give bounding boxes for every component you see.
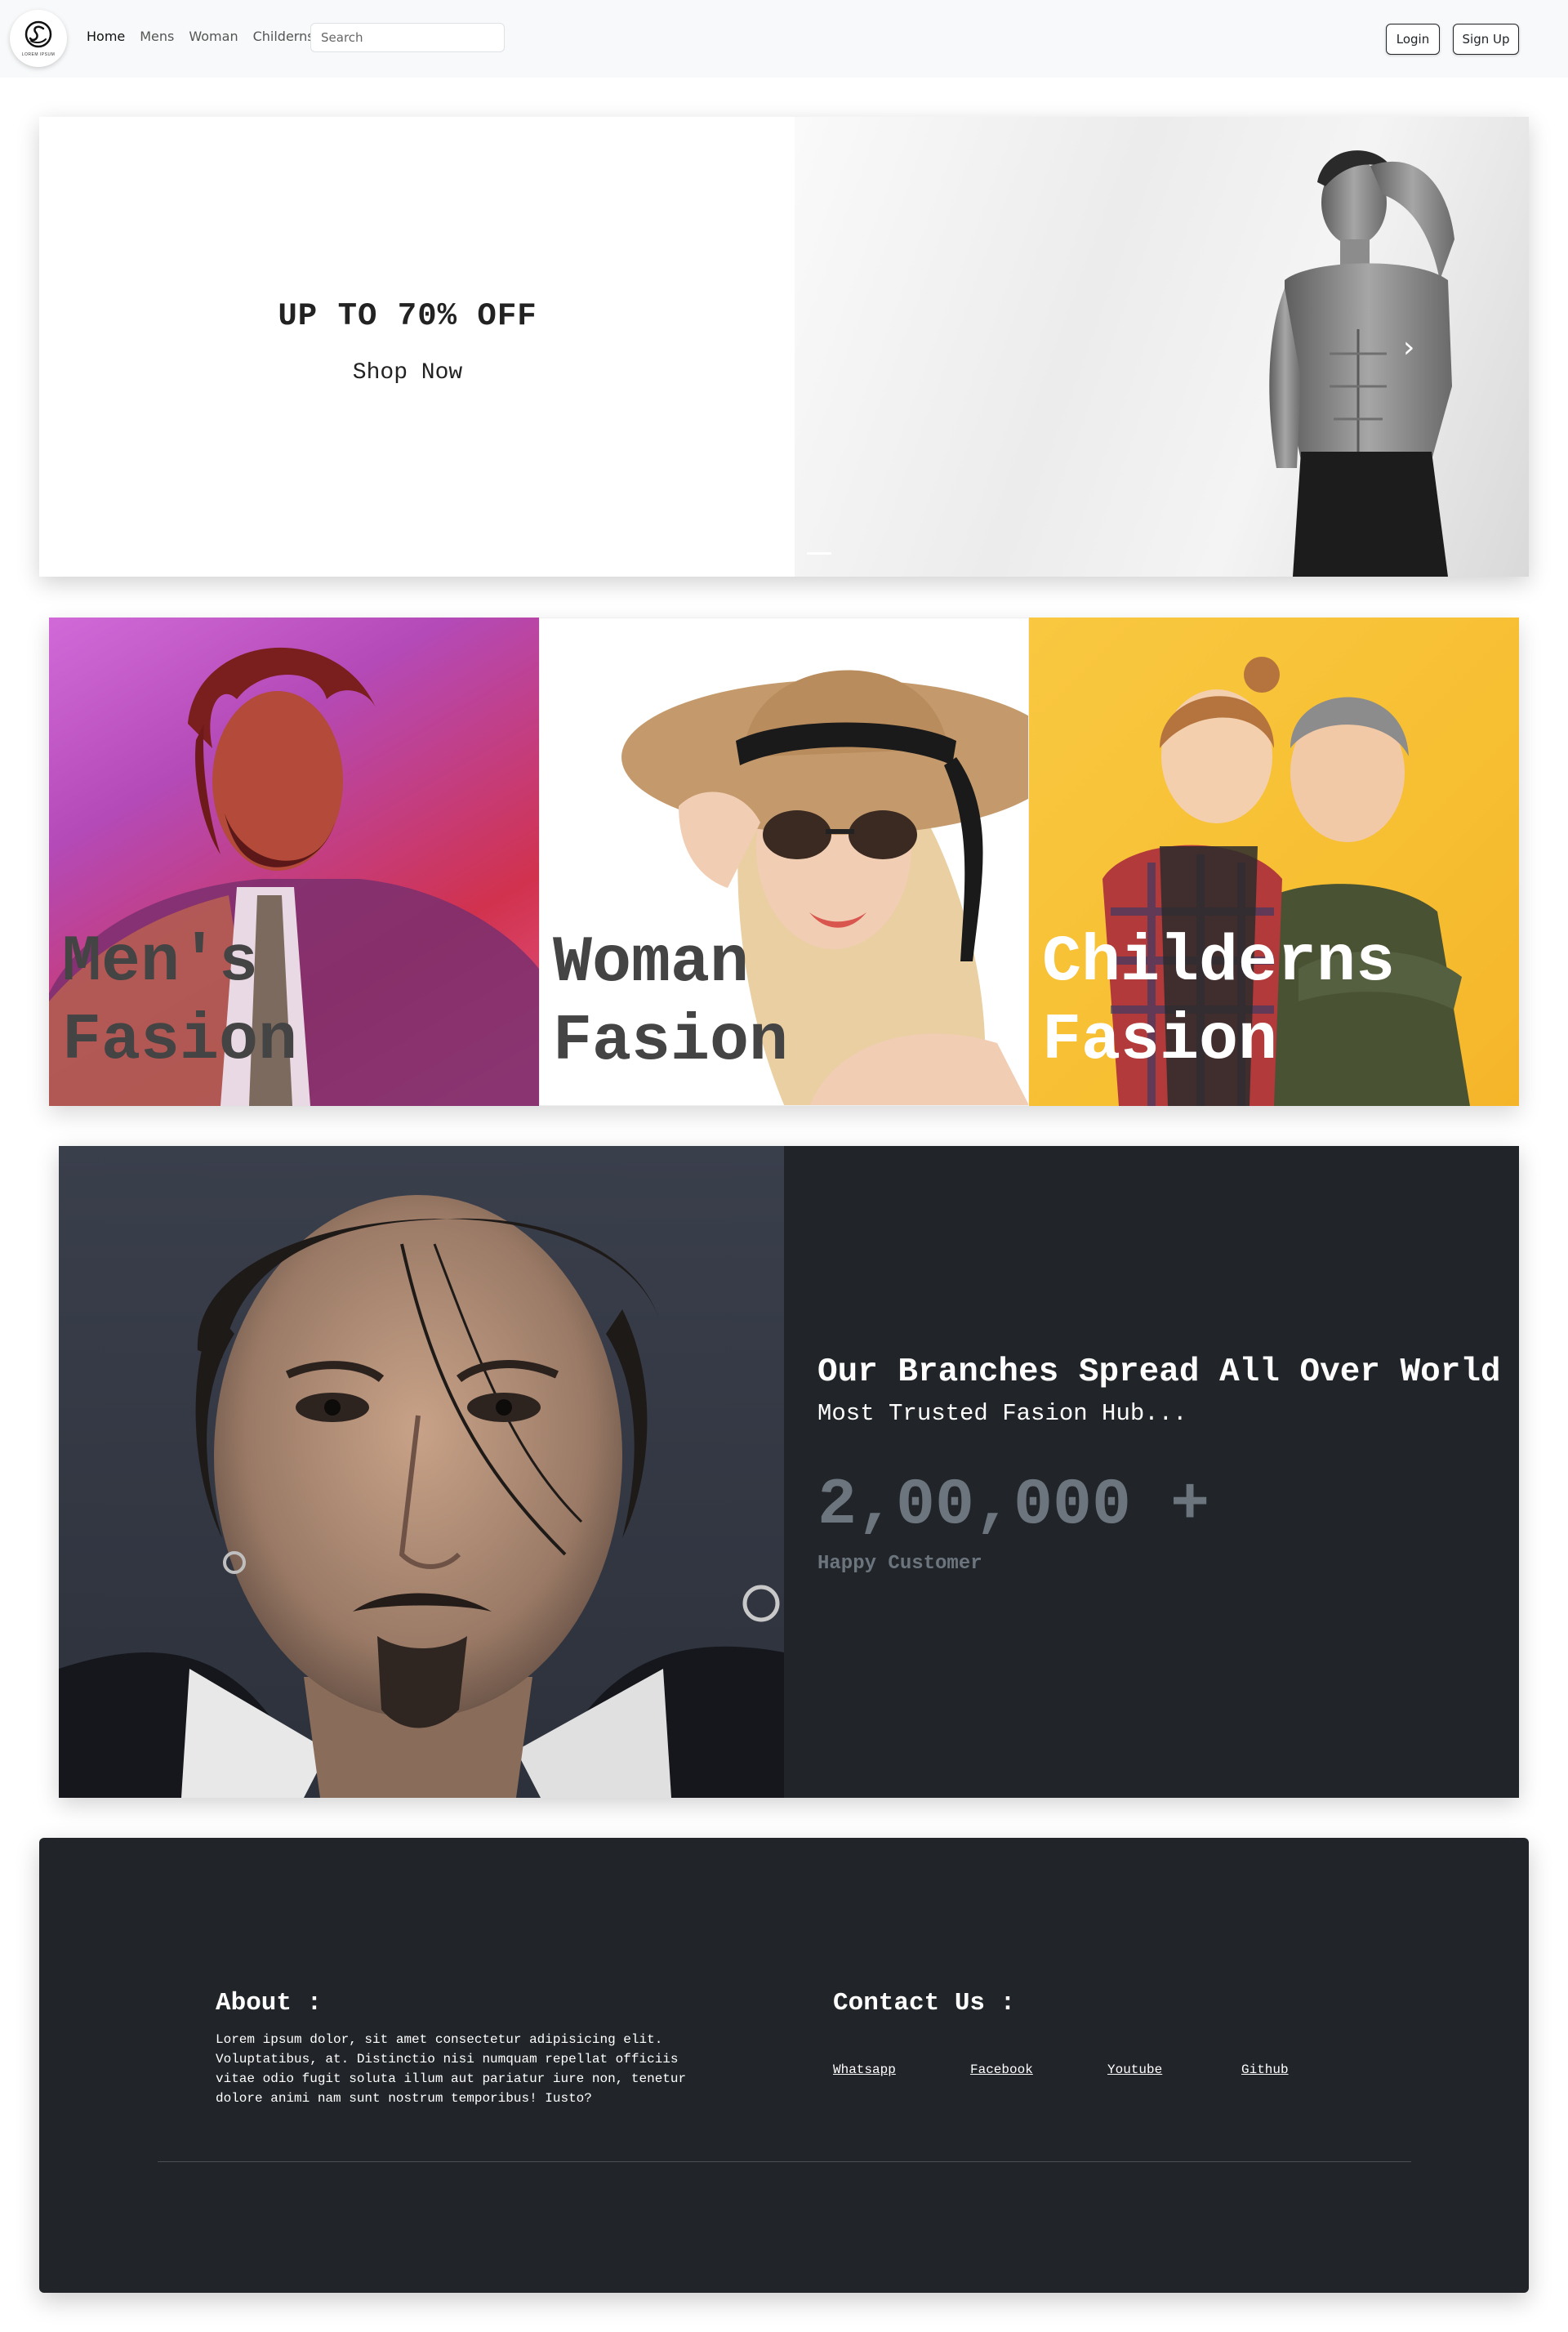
footer-link-youtube[interactable]: Youtube bbox=[1107, 2062, 1162, 2077]
category-cards: Men's Fasion Woman Fasion Childerns Fasi… bbox=[49, 618, 1519, 1106]
footer-about-text: Lorem ipsum dolor, sit amet consectetur … bbox=[216, 2032, 687, 2106]
category-title-line1: Childerns bbox=[1042, 925, 1396, 1000]
footer-link-facebook[interactable]: Facebook bbox=[970, 2062, 1033, 2077]
logo-swirl-icon bbox=[24, 20, 52, 48]
hero-carousel: UP TO 70% OFF Shop Now › bbox=[39, 117, 1529, 577]
customer-count-caption: Happy Customer bbox=[817, 1553, 982, 1575]
customer-count: 2,00,000 + bbox=[817, 1469, 1210, 1543]
nav-link-woman[interactable]: Woman bbox=[189, 29, 238, 44]
portrait-image bbox=[59, 1146, 784, 1798]
shop-now-link[interactable]: Shop Now bbox=[39, 360, 776, 386]
search-input[interactable] bbox=[310, 23, 505, 52]
brand-logo[interactable]: LOREM IPSUM bbox=[10, 10, 67, 67]
nav-link-home[interactable]: Home bbox=[87, 29, 125, 44]
footer-contact-links: Whatsapp Facebook Youtube Github bbox=[833, 2062, 1339, 2082]
navbar: LOREM IPSUM Home Mens Woman Childerns Lo… bbox=[0, 0, 1568, 78]
category-title-line2: Fasion bbox=[62, 1004, 298, 1078]
category-title-line1: Woman bbox=[553, 926, 750, 1001]
logo-text: LOREM IPSUM bbox=[21, 52, 56, 57]
nav-links: Home Mens Woman Childerns bbox=[87, 29, 314, 44]
carousel-indicator[interactable] bbox=[807, 552, 831, 555]
nav-link-childerns[interactable]: Childerns bbox=[253, 29, 314, 44]
footer-link-github[interactable]: Github bbox=[1241, 2062, 1289, 2077]
branches-section: Our Branches Spread All Over World Most … bbox=[59, 1146, 1519, 1798]
category-title-mens: Men's Fasion bbox=[62, 924, 297, 1081]
branches-subtitle: Most Trusted Fasion Hub... bbox=[817, 1400, 1187, 1427]
footer-link-whatsapp[interactable]: Whatsapp bbox=[833, 2062, 896, 2077]
signup-button[interactable]: Sign Up bbox=[1453, 24, 1519, 55]
login-button[interactable]: Login bbox=[1386, 24, 1440, 55]
category-title-line2: Fasion bbox=[1042, 1004, 1278, 1078]
category-card-childerns[interactable]: Childerns Fasion bbox=[1029, 618, 1519, 1106]
hero-title: UP TO 70% OFF bbox=[278, 298, 537, 334]
hero-image: › bbox=[795, 117, 1529, 577]
footer-about-title: About : bbox=[216, 1989, 323, 2018]
category-title-woman: Woman Fasion bbox=[553, 925, 788, 1081]
footer-contact-title: Contact Us : bbox=[833, 1989, 1016, 2018]
nav-link-mens[interactable]: Mens bbox=[140, 29, 174, 44]
footer-divider bbox=[158, 2161, 1411, 2162]
category-title-line1: Men's bbox=[62, 925, 259, 1000]
category-card-woman[interactable]: Woman Fasion bbox=[539, 618, 1029, 1106]
branches-title: Our Branches Spread All Over World bbox=[817, 1353, 1501, 1391]
hero-model-illustration bbox=[1269, 150, 1454, 577]
footer: About : Lorem ipsum dolor, sit amet cons… bbox=[39, 1838, 1529, 2293]
hero-text-panel: UP TO 70% OFF Shop Now bbox=[39, 117, 795, 577]
category-title-line2: Fasion bbox=[553, 1005, 789, 1079]
category-title-childerns: Childerns Fasion bbox=[1042, 924, 1395, 1081]
portrait-illustration bbox=[59, 1195, 784, 1798]
chevron-right-icon[interactable]: › bbox=[1403, 331, 1414, 364]
category-card-mens[interactable]: Men's Fasion bbox=[49, 618, 539, 1106]
